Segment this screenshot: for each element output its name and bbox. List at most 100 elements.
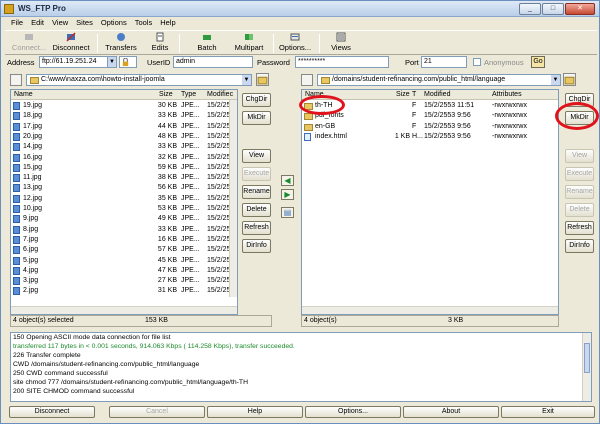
- local-up-folder-button[interactable]: [256, 73, 269, 86]
- local-dirinfo-button[interactable]: DirInfo: [242, 239, 271, 253]
- table-row[interactable]: 2.jpg 31 KB JPE... 15/2/25: [11, 286, 237, 296]
- table-row[interactable]: 6.jpg 57 KB JPE... 15/2/25: [11, 245, 237, 255]
- local-delete-button[interactable]: Delete: [242, 203, 271, 217]
- batch-button[interactable]: Batch: [195, 32, 219, 55]
- table-row[interactable]: en-GB F 15/2/2553 9:56 -rwxrwxrwx: [302, 122, 558, 132]
- edits-button[interactable]: Edits: [149, 32, 171, 55]
- table-row[interactable]: 3.jpg 27 KB JPE... 15/2/25: [11, 276, 237, 286]
- remote-path-combo[interactable]: /domains/student-refinancing.com/public_…: [317, 74, 561, 86]
- remote-horizontal-scrollbar[interactable]: [302, 306, 558, 314]
- table-row[interactable]: 16.jpg 32 KB JPE... 15/2/25: [11, 153, 237, 163]
- remote-path-dropdown-icon[interactable]: ▼: [551, 75, 560, 85]
- file-attributes: -rwxrwxrwx: [492, 132, 527, 140]
- table-row[interactable]: 4.jpg 47 KB JPE... 15/2/25: [11, 266, 237, 276]
- bottom-options-button[interactable]: Options...: [305, 406, 401, 418]
- table-row[interactable]: 8.jpg 33 KB JPE... 15/2/25: [11, 225, 237, 235]
- col-modified[interactable]: Modifiec: [207, 91, 233, 98]
- close-button[interactable]: ✕: [565, 3, 595, 15]
- address-input[interactable]: ftp://61.19.251.24 ▼: [39, 56, 117, 68]
- port-input[interactable]: 21: [421, 56, 467, 68]
- options-button[interactable]: Options...: [277, 32, 313, 55]
- table-row[interactable]: 13.jpg 56 KB JPE... 15/2/25: [11, 183, 237, 193]
- table-row[interactable]: 11.jpg 38 KB JPE... 15/2/25: [11, 173, 237, 183]
- bottom-disconnect-button[interactable]: Disconnect: [9, 406, 95, 418]
- remote-root-icon[interactable]: [301, 74, 313, 86]
- bottom-exit-button[interactable]: Exit: [501, 406, 595, 418]
- bottom-about-button[interactable]: About: [403, 406, 499, 418]
- remote-view-button[interactable]: View: [565, 149, 594, 163]
- table-row[interactable]: 5.jpg 45 KB JPE... 15/2/25: [11, 256, 237, 266]
- disconnect-label: Disconnect: [52, 43, 90, 52]
- anonymous-checkbox[interactable]: [473, 58, 481, 66]
- col-modified[interactable]: Modified: [424, 91, 450, 98]
- file-name: 6.jpg: [23, 246, 39, 254]
- local-file-list[interactable]: Name Size Type Modifiec 19.jpg 30 KB JPE..…: [10, 89, 238, 315]
- table-row[interactable]: pdf_fonts F 15/2/2553 9:56 -rwxrwxrwx: [302, 111, 558, 121]
- col-type[interactable]: Type: [181, 91, 196, 98]
- remote-delete-button[interactable]: Delete: [565, 203, 594, 217]
- multipart-button[interactable]: Multipart: [231, 32, 267, 55]
- col-size[interactable]: Size: [159, 91, 173, 98]
- menu-view[interactable]: View: [48, 17, 72, 29]
- table-row[interactable]: 10.jpg 53 KB JPE... 15/2/25: [11, 204, 237, 214]
- menu-edit[interactable]: Edit: [27, 17, 48, 29]
- col-attributes[interactable]: Attributes: [492, 91, 522, 98]
- table-row[interactable]: 17.jpg 44 KB JPE... 15/2/25: [11, 122, 237, 132]
- remote-rename-button[interactable]: Rename: [565, 185, 594, 199]
- transfer-to-local-button[interactable]: ◀: [281, 175, 294, 186]
- transfer-to-remote-button[interactable]: ▶: [281, 189, 294, 200]
- table-row[interactable]: 12.jpg 35 KB JPE... 15/2/25: [11, 194, 237, 204]
- menu-file[interactable]: File: [7, 17, 27, 29]
- sync-button[interactable]: ▤: [281, 207, 294, 218]
- address-dropdown-icon[interactable]: ▼: [107, 57, 116, 67]
- minimize-button[interactable]: _: [519, 3, 541, 15]
- batch-label: Batch: [197, 43, 217, 52]
- table-row[interactable]: 18.jpg 33 KB JPE... 15/2/25: [11, 111, 237, 121]
- remote-refresh-button[interactable]: Refresh: [565, 221, 594, 235]
- col-type[interactable]: T: [412, 91, 416, 98]
- col-name[interactable]: Name: [14, 91, 33, 98]
- transfers-button[interactable]: Transfers: [105, 32, 137, 55]
- table-row[interactable]: 7.jpg 16 KB JPE... 15/2/25: [11, 235, 237, 245]
- bottom-help-button[interactable]: Help: [207, 406, 303, 418]
- log-scroll-thumb[interactable]: [584, 343, 590, 373]
- disconnect-button[interactable]: Disconnect: [51, 32, 91, 55]
- go-button[interactable]: Go: [531, 56, 545, 68]
- menu-help[interactable]: Help: [156, 17, 179, 29]
- menu-sites[interactable]: Sites: [72, 17, 97, 29]
- log-scrollbar[interactable]: [582, 333, 591, 401]
- bottom-cancel-button[interactable]: Cancel: [109, 406, 205, 418]
- maximize-button[interactable]: □: [542, 3, 564, 15]
- table-row[interactable]: 9.jpg 49 KB JPE... 15/2/25: [11, 214, 237, 224]
- remote-dirinfo-button[interactable]: DirInfo: [565, 239, 594, 253]
- table-row[interactable]: 20.jpg 48 KB JPE... 15/2/25: [11, 132, 237, 142]
- remote-up-folder-button[interactable]: [563, 73, 576, 86]
- local-horizontal-scrollbar[interactable]: [11, 306, 237, 314]
- userid-input[interactable]: admin: [173, 56, 253, 68]
- table-row[interactable]: 14.jpg 33 KB JPE... 15/2/25: [11, 142, 237, 152]
- local-mkdir-button[interactable]: MkDir: [242, 111, 271, 125]
- local-path-dropdown-icon[interactable]: ▼: [242, 75, 251, 85]
- menu-options[interactable]: Options: [97, 17, 131, 29]
- remote-execute-button[interactable]: Execute: [565, 167, 594, 181]
- local-path-combo[interactable]: C:\www\naxza.com\howto-install-joomla ▼: [26, 74, 252, 86]
- col-size[interactable]: Size: [396, 91, 410, 98]
- local-refresh-button[interactable]: Refresh: [242, 221, 271, 235]
- site-lock-button[interactable]: [119, 56, 137, 68]
- file-modified: 15/2/25: [207, 122, 231, 130]
- menu-tools[interactable]: Tools: [131, 17, 157, 29]
- table-row[interactable]: 19.jpg 30 KB JPE... 15/2/25: [11, 101, 237, 111]
- local-view-button[interactable]: View: [242, 149, 271, 163]
- local-execute-button[interactable]: Execute: [242, 167, 271, 181]
- table-row[interactable]: 15.jpg 59 KB JPE... 15/2/25: [11, 163, 237, 173]
- password-input[interactable]: **********: [295, 56, 389, 68]
- local-vertical-scrollbar[interactable]: [229, 100, 237, 297]
- views-button[interactable]: Views: [327, 32, 355, 55]
- local-drive-icon[interactable]: [10, 74, 22, 86]
- table-row[interactable]: index.html 1 KB H... 15/2/2553 9:56 -rwxrwxr…: [302, 132, 558, 142]
- remote-file-list[interactable]: Name Size T Modified Attributes th-TH F 15…: [301, 89, 559, 315]
- local-rename-button[interactable]: Rename: [242, 185, 271, 199]
- local-chgdir-button[interactable]: ChgDir: [242, 93, 271, 107]
- connect-button[interactable]: Connect...: [11, 32, 47, 55]
- transfer-log[interactable]: 150 Opening ASCII mode data connection f…: [10, 332, 592, 402]
